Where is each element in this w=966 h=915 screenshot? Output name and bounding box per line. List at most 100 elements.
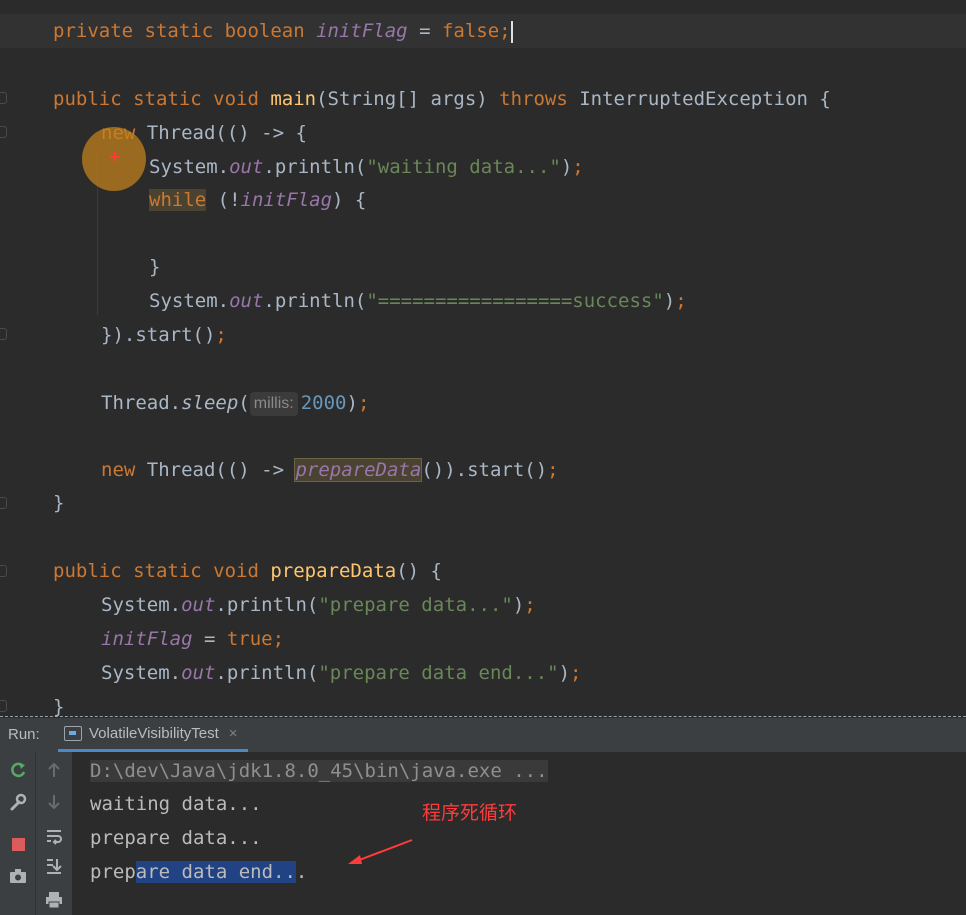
code-keyword: private static boolean (53, 20, 317, 42)
stop-icon[interactable] (0, 834, 35, 858)
code-text: .println( (215, 594, 319, 616)
code-text: .println( (215, 662, 319, 684)
code-text: ) (346, 392, 358, 414)
soft-wrap-icon[interactable] (36, 826, 71, 850)
code-static-call: sleep (181, 392, 239, 414)
console-line: prepare data... (90, 827, 262, 849)
code-line-preparedata-signature[interactable]: public static void prepareData() { (53, 554, 442, 588)
code-text: (String[] args) (316, 88, 500, 110)
code-line-while-loop[interactable]: while (!initFlag) { (149, 183, 366, 217)
code-text: System. (149, 156, 230, 178)
code-line-preparedata-close[interactable]: } (53, 690, 64, 716)
code-text: ) (512, 594, 525, 616)
fold-marker-icon[interactable] (0, 565, 7, 577)
code-line-println-waiting[interactable]: System.out.println("waiting data..."); (149, 150, 584, 184)
code-string: "prepare data end..." (318, 662, 559, 684)
console-tab-icon (64, 726, 82, 741)
code-editor[interactable]: private static boolean initFlag = false;… (0, 0, 966, 716)
code-keyword: public static void (53, 88, 271, 110)
text-caret (510, 20, 513, 43)
fold-marker-icon[interactable] (0, 328, 7, 340)
code-text: Thread. (101, 392, 182, 414)
fold-marker-icon[interactable] (0, 700, 7, 712)
code-text: .println( (263, 290, 367, 312)
code-field: initFlag (240, 189, 333, 211)
wrench-icon[interactable] (0, 792, 35, 816)
code-keyword: true; (226, 628, 285, 650)
code-keyword: ; (357, 392, 370, 414)
code-text: ) (560, 156, 573, 178)
code-keyword: false; (441, 20, 511, 42)
code-text: = (407, 20, 442, 42)
code-text: () { (396, 560, 442, 582)
code-method-name: prepareData (270, 560, 397, 582)
code-line-println-prepare[interactable]: System.out.println("prepare data..."); (101, 588, 536, 622)
code-text: System. (149, 290, 230, 312)
code-text: ) { (332, 189, 367, 211)
code-text: } (53, 696, 65, 716)
code-text: }).start() (101, 324, 216, 346)
code-method-reference: prepareData (294, 458, 423, 482)
code-line-println-prepare-end[interactable]: System.out.println("prepare data end..."… (101, 656, 581, 690)
close-icon[interactable]: × (229, 725, 238, 742)
panel-divider[interactable] (0, 716, 966, 717)
code-line-while-close[interactable]: } (149, 250, 160, 284)
code-text: (! (206, 189, 241, 211)
console-output[interactable]: D:\dev\Java\jdk1.8.0_45\bin\java.exe ...… (73, 752, 966, 915)
code-line-thread-sleep[interactable]: Thread.sleep(millis: 2000); (101, 386, 369, 420)
code-line-new-thread-preparedata[interactable]: new Thread(() -> prepareData()).start(); (101, 453, 559, 487)
text-selection: are data end.. (135, 861, 296, 883)
code-keyword-highlighted: while (149, 189, 207, 211)
tab-volatilevisibilitytest[interactable]: VolatileVisibilityTest × (58, 718, 248, 752)
console-line-selected[interactable]: prepare data end... (90, 855, 307, 889)
code-line-println-success[interactable]: System.out.println("=================suc… (149, 284, 687, 318)
code-field: out (181, 662, 216, 684)
code-text: } (149, 256, 161, 278)
fold-marker-icon[interactable] (0, 126, 7, 138)
code-line-set-initflag[interactable]: initFlag = true; (101, 622, 284, 656)
code-keyword: ; (547, 459, 559, 481)
code-line-main-close[interactable]: } (53, 486, 64, 520)
run-toolbar-left (0, 752, 36, 915)
code-text: ) (663, 290, 676, 312)
fold-marker-icon[interactable] (0, 497, 7, 509)
code-keyword: throws (499, 88, 580, 110)
code-text: } (53, 492, 65, 514)
fold-marker-icon[interactable] (0, 92, 7, 104)
arrow-down-icon[interactable] (36, 792, 71, 816)
code-string: "waiting data..." (366, 156, 561, 178)
code-field: out (229, 156, 264, 178)
code-text: ) (558, 662, 571, 684)
code-field: initFlag (316, 20, 408, 42)
code-field: initFlag (101, 628, 193, 650)
print-icon[interactable] (36, 890, 71, 914)
code-keyword: ; (675, 290, 687, 312)
code-number: 2000 (300, 392, 347, 414)
arrow-up-icon[interactable] (36, 760, 71, 784)
code-line-initflag-field[interactable]: private static boolean initFlag = false; (53, 14, 513, 48)
run-label: Run: (8, 726, 40, 743)
console-command-line: D:\dev\Java\jdk1.8.0_45\bin\java.exe ... (90, 760, 548, 782)
code-keyword: ; (215, 324, 227, 346)
console-line: waiting data... (90, 793, 262, 815)
code-keyword: ; (570, 662, 582, 684)
run-tool-window-header: Run: VolatileVisibilityTest × (0, 718, 966, 753)
parameter-hint: millis: (249, 391, 298, 416)
code-string: "=================success" (366, 290, 664, 312)
code-line-main-signature[interactable]: public static void main(String[] args) t… (53, 82, 831, 116)
code-text: ( (238, 392, 250, 414)
code-keyword: ; (524, 594, 536, 616)
breakpoint-icon[interactable]: + (82, 127, 146, 191)
rerun-icon[interactable] (0, 760, 35, 784)
code-text: System. (101, 594, 182, 616)
code-text: Thread(() -> { (146, 122, 307, 144)
code-text: System. (101, 662, 182, 684)
code-keyword: public static void (53, 560, 271, 582)
annotation-label: 程序死循环 (422, 802, 518, 824)
code-line-thread-start[interactable]: }).start(); (101, 318, 227, 352)
camera-icon[interactable] (0, 866, 35, 890)
code-field: out (229, 290, 264, 312)
code-keyword: ; (572, 156, 584, 178)
scroll-to-end-icon[interactable] (36, 856, 71, 880)
code-text: InterruptedException { (579, 88, 831, 110)
